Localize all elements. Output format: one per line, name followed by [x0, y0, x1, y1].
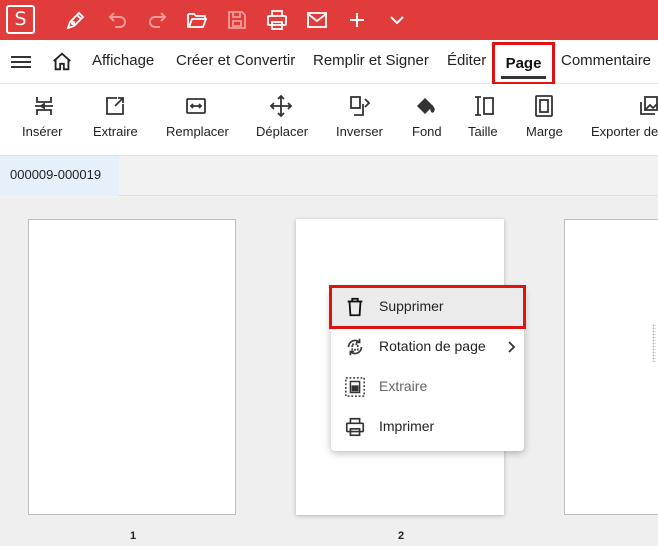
tool-exporter[interactable]: Exporter de: [588, 84, 658, 156]
ctx-item-imprimer[interactable]: Imprimer: [331, 407, 524, 447]
margin-icon: [532, 94, 556, 118]
tool-remplacer[interactable]: Remplacer: [162, 84, 232, 156]
tool-label: Déplacer: [256, 124, 309, 139]
menu-page-label: Page: [505, 55, 542, 72]
hamburger-menu-icon[interactable]: [11, 53, 31, 71]
title-bar: S: [0, 0, 658, 40]
ctx-label: Extraire: [379, 378, 428, 394]
ctx-item-supprimer[interactable]: Supprimer: [329, 285, 526, 329]
page-thumbnail-3[interactable]: [564, 219, 658, 515]
fill-bucket-icon: [414, 94, 438, 118]
open-folder-icon[interactable]: [185, 8, 209, 32]
tool-deplacer[interactable]: Déplacer: [252, 84, 312, 156]
page-number-2: 2: [397, 530, 405, 542]
highlight-box: [329, 285, 526, 329]
tool-inserer[interactable]: Insérer: [18, 84, 70, 156]
document-tab-label: 000009-000019: [10, 167, 102, 182]
extract-page-icon: [344, 376, 366, 398]
tool-inverser[interactable]: Inverser: [332, 84, 390, 156]
ctx-item-rotation[interactable]: Rotation de page: [331, 327, 524, 367]
page-toolbar: Insérer Extraire Remplacer Déplacer Inve…: [0, 84, 658, 156]
tool-label: Inverser: [336, 124, 383, 139]
menu-bar: Affichage Créer et Convertir Remplir et …: [0, 40, 658, 85]
mail-icon[interactable]: [305, 8, 329, 32]
tool-label: Fond: [412, 124, 442, 139]
app-logo[interactable]: S: [6, 5, 35, 34]
menu-page-tab[interactable]: Page: [492, 42, 555, 85]
tool-extraire[interactable]: Extraire: [90, 84, 142, 156]
pen-icon[interactable]: [64, 8, 88, 32]
tool-label: Marge: [526, 124, 563, 139]
menu-editer[interactable]: Éditer: [447, 52, 486, 69]
ctx-item-extraire[interactable]: Extraire: [331, 367, 524, 407]
move-icon: [269, 94, 293, 118]
insert-page-icon: [32, 94, 56, 118]
extract-icon: [103, 94, 127, 118]
print-icon[interactable]: [265, 8, 289, 32]
plus-icon[interactable]: [345, 8, 369, 32]
export-image-icon: [636, 94, 658, 118]
page-number-1: 1: [129, 530, 137, 542]
page-context-menu: Supprimer Rotation de page Extraire Impr…: [329, 285, 526, 451]
active-tab-underline: [501, 76, 546, 79]
menu-affichage[interactable]: Affichage: [92, 52, 154, 69]
reverse-icon: [348, 94, 372, 118]
chevron-right-icon: [505, 340, 517, 354]
tool-label: Insérer: [22, 124, 63, 139]
tool-label: Taille: [468, 124, 498, 139]
rotate-icon: [344, 336, 366, 358]
page-thumbnail-1[interactable]: [28, 219, 236, 515]
chevron-down-icon[interactable]: [385, 8, 409, 32]
size-icon: [472, 94, 496, 118]
document-tab[interactable]: 000009-000019: [0, 156, 119, 196]
menu-commentaire[interactable]: Commentaire: [561, 52, 651, 69]
redo-icon[interactable]: [145, 8, 169, 32]
tool-taille[interactable]: Taille: [464, 84, 504, 156]
document-tab-strip: 000009-000019: [0, 156, 658, 196]
printer-icon: [344, 416, 366, 438]
ctx-label: Rotation de page: [379, 338, 486, 354]
tool-label: Remplacer: [166, 124, 229, 139]
replace-icon: [184, 94, 208, 118]
tool-label: Exporter de: [591, 124, 658, 139]
ctx-label: Imprimer: [379, 418, 435, 434]
scroll-grip[interactable]: [652, 324, 656, 362]
menu-remplir-signer[interactable]: Remplir et Signer: [313, 52, 429, 69]
menu-creer-convertir[interactable]: Créer et Convertir: [176, 52, 295, 69]
save-icon[interactable]: [225, 8, 249, 32]
tool-label: Extraire: [93, 124, 138, 139]
tool-marge[interactable]: Marge: [522, 84, 566, 156]
home-icon[interactable]: [51, 51, 73, 73]
undo-icon[interactable]: [106, 8, 130, 32]
tool-fond[interactable]: Fond: [406, 84, 446, 156]
